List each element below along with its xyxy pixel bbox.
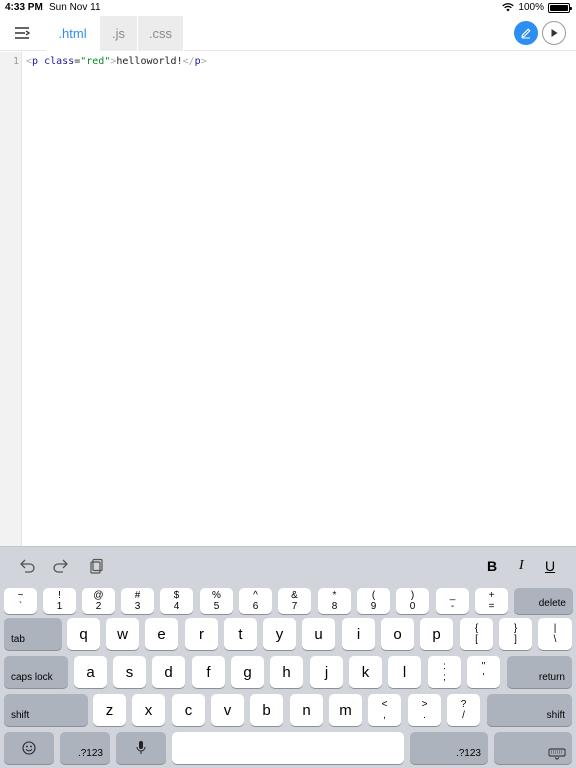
toolbar: .html .js .css bbox=[0, 16, 576, 51]
delete-key[interactable]: delete bbox=[514, 588, 573, 614]
return-key[interactable]: return bbox=[507, 656, 572, 688]
battery-percent: 100% bbox=[518, 2, 544, 13]
key-m[interactable]: m bbox=[329, 694, 362, 726]
line-number: 1 bbox=[12, 56, 19, 67]
key-minus[interactable]: _ - bbox=[436, 588, 469, 614]
key-1[interactable]: ! 1 bbox=[43, 588, 76, 614]
microphone-icon bbox=[136, 741, 146, 754]
key-7[interactable]: & 7 bbox=[278, 588, 311, 614]
file-tabs: .html .js .css bbox=[46, 16, 184, 51]
key-i[interactable]: i bbox=[342, 618, 375, 650]
key-semicolon[interactable]: :; bbox=[428, 656, 461, 688]
redo-icon[interactable] bbox=[51, 557, 71, 575]
line-gutter: 1 bbox=[0, 52, 22, 546]
key-9[interactable]: (9 bbox=[357, 588, 390, 614]
numbers-key-left[interactable]: .?123 bbox=[60, 732, 110, 764]
key-4[interactable]: $4 bbox=[160, 588, 193, 614]
key-n[interactable]: n bbox=[290, 694, 323, 726]
menu-icon[interactable] bbox=[13, 24, 31, 42]
key-equals[interactable]: + = bbox=[475, 588, 508, 614]
shift-key-right[interactable]: shift bbox=[487, 694, 572, 726]
key-a[interactable]: a bbox=[74, 656, 107, 688]
underline-button[interactable]: U bbox=[545, 558, 555, 574]
battery-icon bbox=[548, 2, 572, 13]
key-r[interactable]: r bbox=[185, 618, 218, 650]
code-end-bracket: > bbox=[200, 56, 207, 67]
key-s[interactable]: s bbox=[113, 656, 146, 688]
emoji-key[interactable] bbox=[4, 732, 54, 764]
key-tilde[interactable]: ~ ` bbox=[4, 588, 37, 614]
key-e[interactable]: e bbox=[145, 618, 178, 650]
key-y[interactable]: y bbox=[263, 618, 296, 650]
key-0[interactable]: ) 0 bbox=[396, 588, 429, 614]
key-p[interactable]: p bbox=[420, 618, 453, 650]
code-attribute: class bbox=[44, 56, 75, 67]
on-screen-keyboard: B I U ~ ` ! 1 @2 #3 $4 % 5 ^ 6 & 7 * 8 (9 ) 0 _… bbox=[0, 546, 576, 768]
key-j[interactable]: j bbox=[310, 656, 343, 688]
key-6[interactable]: ^ 6 bbox=[239, 588, 272, 614]
key-slash[interactable]: ? / bbox=[447, 694, 480, 726]
emoji-icon bbox=[22, 741, 36, 755]
key-backslash[interactable]: | \ bbox=[538, 618, 572, 650]
bold-button[interactable]: B bbox=[487, 558, 497, 574]
code-end-tag-open: </ bbox=[182, 56, 195, 67]
status-date: Sun Nov 11 bbox=[49, 2, 101, 13]
key-g[interactable]: g bbox=[231, 656, 264, 688]
paste-icon[interactable] bbox=[86, 557, 106, 575]
key-k[interactable]: k bbox=[349, 656, 382, 688]
run-button[interactable] bbox=[542, 21, 566, 45]
tab-key[interactable]: tab bbox=[4, 618, 62, 650]
shortcut-bar: B I U bbox=[0, 547, 576, 585]
edit-button[interactable] bbox=[514, 21, 538, 45]
keyboard-dismiss-icon bbox=[548, 748, 566, 760]
key-f[interactable]: f bbox=[192, 656, 225, 688]
key-bracket-close[interactable]: }] bbox=[499, 618, 532, 650]
code-tag-name: p bbox=[32, 56, 39, 67]
key-c[interactable]: c bbox=[172, 694, 205, 726]
play-icon bbox=[551, 29, 558, 37]
key-z[interactable]: z bbox=[93, 694, 126, 726]
shift-key-left[interactable]: shift bbox=[4, 694, 88, 726]
code-editor[interactable]: 1 <p class="red">helloworld!</p> bbox=[0, 52, 576, 546]
key-u[interactable]: u bbox=[302, 618, 335, 650]
key-o[interactable]: o bbox=[381, 618, 414, 650]
caps-lock-key[interactable]: caps lock bbox=[4, 656, 68, 688]
space-bar[interactable] bbox=[172, 732, 404, 764]
tab-css[interactable]: .css bbox=[138, 16, 184, 51]
key-quote[interactable]: " ' bbox=[467, 656, 500, 688]
key-v[interactable]: v bbox=[211, 694, 244, 726]
pencil-icon bbox=[521, 28, 531, 39]
code-line[interactable]: <p class="red">helloworld!</p> bbox=[26, 56, 207, 67]
dictation-key[interactable] bbox=[116, 732, 166, 764]
status-time: 4:33 PM bbox=[5, 2, 43, 13]
key-3[interactable]: #3 bbox=[121, 588, 154, 614]
undo-icon[interactable] bbox=[17, 557, 37, 575]
status-bar: 4:33 PM Sun Nov 11 100% bbox=[0, 0, 576, 16]
key-comma[interactable]: <, bbox=[368, 694, 401, 726]
tab-html[interactable]: .html bbox=[46, 16, 100, 51]
italic-button[interactable]: I bbox=[519, 558, 524, 574]
key-t[interactable]: t bbox=[224, 618, 257, 650]
key-2[interactable]: @2 bbox=[82, 588, 115, 614]
key-l[interactable]: l bbox=[388, 656, 421, 688]
wifi-icon bbox=[502, 3, 515, 12]
key-h[interactable]: h bbox=[270, 656, 303, 688]
dismiss-keyboard-key[interactable] bbox=[494, 732, 572, 764]
key-q[interactable]: q bbox=[67, 618, 100, 650]
tab-js[interactable]: .js bbox=[100, 16, 138, 51]
key-x[interactable]: x bbox=[132, 694, 165, 726]
key-5[interactable]: % 5 bbox=[200, 588, 233, 614]
key-bracket-open[interactable]: {[ bbox=[460, 618, 493, 650]
key-d[interactable]: d bbox=[152, 656, 185, 688]
key-period[interactable]: >. bbox=[408, 694, 441, 726]
key-b[interactable]: b bbox=[250, 694, 283, 726]
key-8[interactable]: * 8 bbox=[318, 588, 351, 614]
code-string: "red" bbox=[80, 56, 111, 67]
key-w[interactable]: w bbox=[106, 618, 139, 650]
code-text: helloworld! bbox=[116, 56, 183, 67]
numbers-key-right[interactable]: .?123 bbox=[410, 732, 488, 764]
